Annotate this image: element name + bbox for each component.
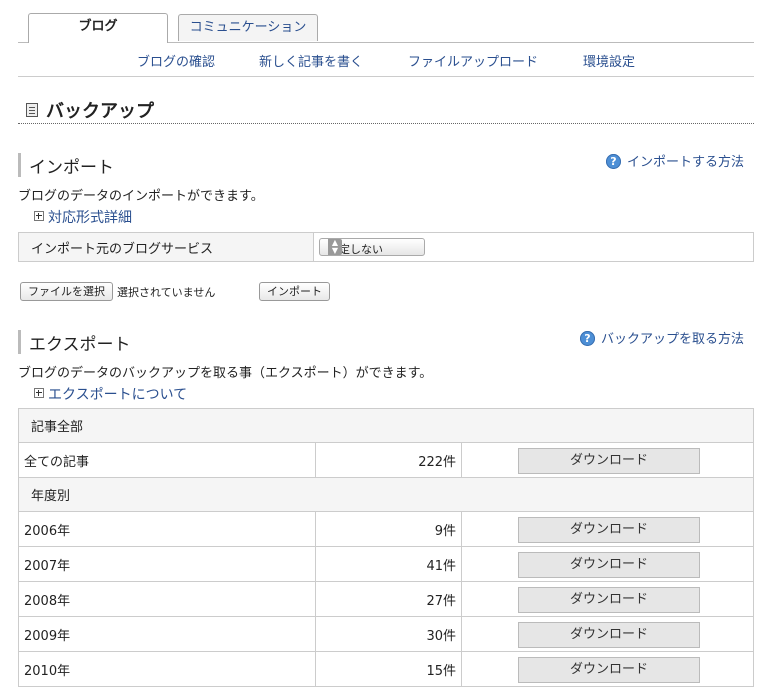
year-count: 15件 [315, 651, 463, 687]
expand-icon [34, 388, 44, 398]
export-description: ブログのデータのバックアップを取る事（エクスポート）ができます。 [18, 366, 433, 381]
download-2008-button[interactable]: ダウンロード [518, 587, 701, 613]
year-label: 2009年 [17, 616, 317, 652]
group-year-label: 年度別 [18, 477, 754, 512]
year-count: 9件 [315, 511, 463, 547]
nav-new-post[interactable]: 新しく記事を書く [259, 51, 363, 70]
import-source-row: インポート元のブログサービス 指定しない ▲ ▼ [18, 232, 754, 262]
import-heading-bar: インポート ? インポートする方法 [18, 151, 754, 178]
year-count: 30件 [315, 616, 463, 652]
all-posts-label: 全ての記事 [17, 442, 317, 478]
format-details-label: 対応形式詳細 [48, 210, 132, 226]
page-title: バックアップ [46, 101, 154, 122]
group-all-label: 記事全部 [18, 408, 754, 443]
download-2007-button[interactable]: ダウンロード [518, 552, 701, 578]
download-cell: ダウンロード [461, 616, 754, 652]
download-cell: ダウンロード [461, 651, 754, 687]
table-row: 2008年 27件 ダウンロード [17, 581, 754, 617]
page: ブログ コミュニケーション ブログの確認 新しく記事を書く ファイルアップロード… [17, 0, 754, 687]
help-icon: ? [579, 331, 595, 346]
year-label: 2006年 [17, 511, 317, 547]
about-export-label: エクスポートについて [48, 387, 188, 403]
import-button[interactable]: インポート [259, 282, 330, 301]
import-help-label: インポートする方法 [626, 155, 744, 170]
year-label: 2010年 [17, 651, 317, 687]
group-row-all: 記事全部 [18, 408, 754, 443]
download-2010-button[interactable]: ダウンロード [518, 657, 701, 683]
import-source-label-cell: インポート元のブログサービス [19, 233, 314, 261]
tab-communication[interactable]: コミュニケーション [178, 14, 318, 41]
year-label: 2008年 [17, 581, 317, 617]
nav-file-upload[interactable]: ファイルアップロード [408, 51, 538, 70]
table-row: 2007年 41件 ダウンロード [17, 546, 754, 582]
export-heading-bar: エクスポート ? バックアップを取る方法 [18, 328, 754, 355]
import-source-label: インポート元のブログサービス [31, 242, 214, 257]
nav-settings[interactable]: 環境設定 [583, 51, 635, 70]
sub-navigation: ブログの確認 新しく記事を書く ファイルアップロード 環境設定 [18, 43, 754, 77]
export-heading: エクスポート [29, 335, 131, 355]
download-cell: ダウンロード [461, 546, 754, 582]
select-arrows-icon: ▲ ▼ [328, 239, 342, 255]
group-row-year: 年度別 [18, 477, 754, 512]
table-row: 2006年 9件 ダウンロード [17, 511, 754, 547]
download-all-button[interactable]: ダウンロード [518, 448, 701, 474]
export-help-label: バックアップを取る方法 [600, 332, 744, 347]
tab-bar: ブログ コミュニケーション [18, 0, 754, 43]
expand-icon [34, 211, 44, 221]
import-section: インポート ? インポートする方法 ブログのデータのインポートができます。 対応形… [18, 151, 754, 301]
page-title-bar: バックアップ [18, 77, 754, 124]
export-help-link[interactable]: ? バックアップを取る方法 [579, 328, 744, 347]
year-label: 2007年 [17, 546, 317, 582]
about-export-toggle[interactable]: エクスポートについて [34, 384, 187, 404]
download-cell: ダウンロード [461, 442, 754, 478]
download-2006-button[interactable]: ダウンロード [518, 517, 701, 543]
format-details-toggle[interactable]: 対応形式詳細 [34, 207, 132, 227]
choose-file-button[interactable]: ファイルを選択 [20, 282, 113, 301]
import-description: ブログのデータのインポートができます。 [18, 189, 264, 204]
import-heading: インポート [29, 158, 114, 178]
table-row: 全ての記事 222件 ダウンロード [17, 442, 754, 478]
download-cell: ダウンロード [461, 511, 754, 547]
no-file-text: 選択されていません [117, 286, 216, 299]
tab-blog[interactable]: ブログ [28, 13, 168, 43]
table-row: 2009年 30件 ダウンロード [17, 616, 754, 652]
download-2009-button[interactable]: ダウンロード [518, 622, 701, 648]
export-table: 記事全部 全ての記事 222件 ダウンロード 年度別 2006年 9件 ダウンロ… [17, 408, 754, 687]
download-cell: ダウンロード [461, 581, 754, 617]
help-icon: ? [605, 154, 621, 169]
document-icon [26, 103, 38, 117]
import-source-select[interactable]: 指定しない ▲ ▼ [319, 238, 425, 256]
table-row: 2010年 15件 ダウンロード [17, 651, 754, 687]
all-posts-count: 222件 [315, 442, 463, 478]
nav-blog-check[interactable]: ブログの確認 [137, 51, 215, 70]
import-help-link[interactable]: ? インポートする方法 [605, 151, 744, 170]
year-count: 27件 [315, 581, 463, 617]
export-section: エクスポート ? バックアップを取る方法 ブログのデータのバックアップを取る事（エ… [17, 328, 754, 687]
year-count: 41件 [315, 546, 463, 582]
